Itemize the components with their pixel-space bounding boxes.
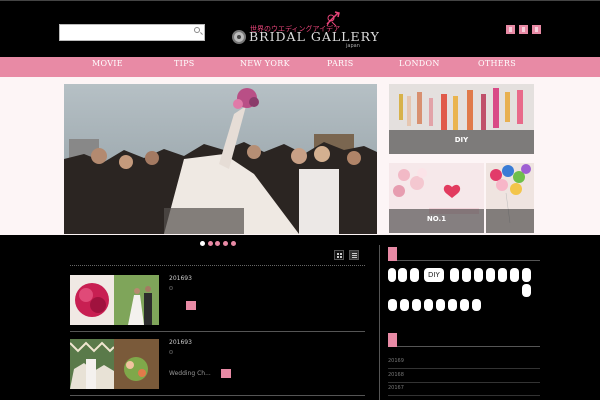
featured-side-photo-diy[interactable]: DIY — [389, 84, 534, 154]
tag-pill[interactable] — [424, 299, 433, 311]
tag-pill[interactable] — [522, 284, 531, 297]
post-date: 201693 — [169, 275, 192, 282]
instagram-icon[interactable] — [532, 25, 541, 34]
logo-name: BRIDAL GALLERY — [249, 29, 380, 44]
list-divider — [70, 331, 365, 332]
column-divider — [379, 245, 380, 400]
nav-item-paris[interactable]: PARIS — [327, 59, 354, 68]
tag-pill[interactable] — [398, 268, 407, 282]
post-thumbnail[interactable] — [70, 275, 159, 325]
featured-side-photo-no1[interactable]: NO.1 — [389, 163, 484, 233]
list-divider — [70, 265, 365, 266]
archive-item[interactable]: 20169 — [388, 358, 540, 369]
tag-pill[interactable] — [448, 299, 457, 311]
list-divider — [70, 395, 365, 396]
twitter-icon[interactable] — [519, 25, 528, 34]
tag-pill[interactable] — [450, 268, 459, 282]
archive-item[interactable]: 20168 — [388, 372, 540, 383]
side-photo-caption: DIY — [389, 130, 534, 154]
heart-icon[interactable] — [169, 350, 173, 354]
site-logo[interactable]: 世界のウエディングアイデア BRIDAL GALLERY japan — [230, 9, 379, 53]
widget-header-mark — [388, 333, 397, 347]
nav-item-movie[interactable]: MOVIE — [92, 59, 123, 68]
list-item[interactable]: 201693 — [70, 275, 365, 335]
list-item[interactable]: 201693 Wedding Ch... — [70, 339, 365, 399]
tag-pill[interactable] — [486, 268, 495, 282]
archive-item[interactable]: 20167 — [388, 385, 540, 396]
nav-item-new-york[interactable]: NEW YORK — [240, 59, 290, 68]
main-nav: MOVIE TIPS NEW YORK PARIS LONDON OTHERS — [0, 57, 600, 77]
logo-badge-icon — [232, 30, 246, 44]
nav-item-others[interactable]: OTHERS — [478, 59, 516, 68]
site-header: 世界のウエディングアイデア BRIDAL GALLERY japan — [0, 0, 600, 57]
nav-item-tips[interactable]: TIPS — [174, 59, 195, 68]
slider-dot[interactable] — [231, 241, 236, 246]
widget-header-tags — [388, 247, 540, 261]
read-more-button[interactable] — [221, 369, 231, 378]
slider-dot[interactable] — [208, 241, 213, 246]
slider-dot[interactable] — [223, 241, 228, 246]
cupid-icon — [326, 11, 340, 27]
tag-pill[interactable] — [472, 299, 481, 311]
side-photo-caption: NO.1 — [389, 209, 484, 233]
widget-header-mark — [388, 247, 397, 261]
tag-pill[interactable] — [388, 299, 397, 311]
heart-icon[interactable] — [169, 286, 173, 290]
tag-pill[interactable] — [474, 268, 483, 282]
tag-pill[interactable] — [460, 299, 469, 311]
slider-dot[interactable] — [215, 241, 220, 246]
tag-pill[interactable] — [522, 268, 531, 282]
featured-section: DIY NO.1 — [0, 77, 600, 235]
widget-header-archive — [388, 333, 540, 347]
tag-diy[interactable]: DIY — [424, 268, 444, 282]
nav-item-london[interactable]: LONDON — [399, 59, 440, 68]
featured-side-photo-balloons[interactable] — [486, 163, 534, 233]
search-input[interactable] — [59, 24, 205, 41]
side-photo-caption — [486, 209, 534, 233]
tag-pill[interactable] — [412, 299, 421, 311]
grid-view-icon[interactable] — [334, 250, 344, 260]
post-title[interactable]: Wedding Ch... — [169, 370, 211, 377]
read-more-button[interactable] — [186, 301, 196, 310]
featured-main-photo[interactable] — [64, 84, 377, 234]
tag-pill[interactable] — [400, 299, 409, 311]
tag-pill[interactable] — [462, 268, 471, 282]
logo-sub: japan — [346, 43, 360, 49]
post-date: 201693 — [169, 339, 192, 346]
facebook-icon[interactable] — [506, 25, 515, 34]
search-icon[interactable] — [194, 27, 200, 33]
post-thumbnail[interactable] — [70, 339, 159, 389]
tag-pill[interactable] — [498, 268, 507, 282]
tag-pill[interactable] — [510, 268, 519, 282]
tag-pill[interactable] — [436, 299, 445, 311]
slider-dot[interactable] — [200, 241, 205, 246]
tag-pill[interactable] — [410, 268, 419, 282]
tag-pill[interactable] — [388, 268, 396, 282]
list-view-icon[interactable] — [349, 250, 359, 260]
